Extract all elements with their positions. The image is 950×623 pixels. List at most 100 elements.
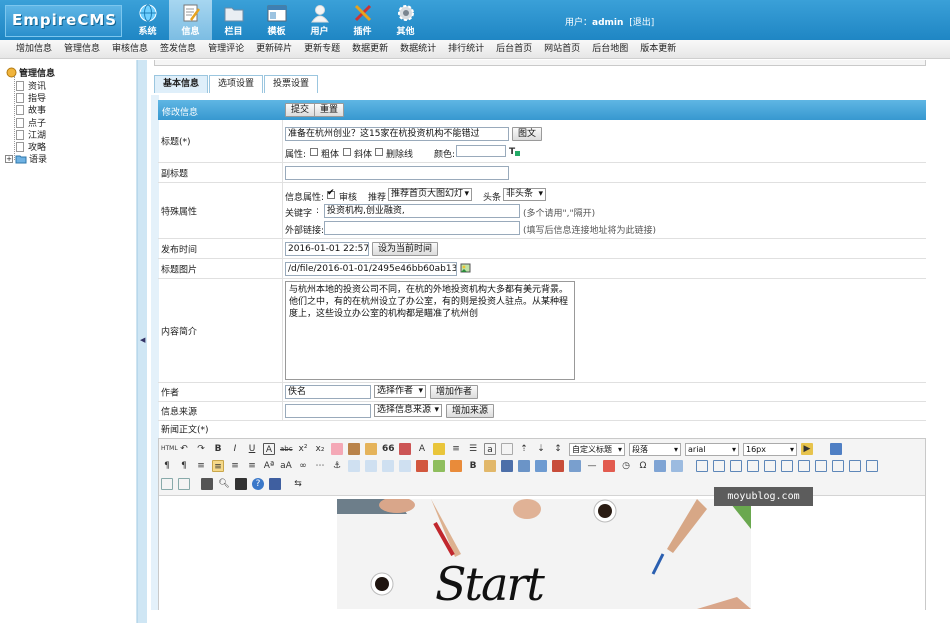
nav-plugin[interactable]: 插件 bbox=[341, 0, 384, 40]
color-picker-icon[interactable]: T bbox=[509, 145, 520, 156]
blockquote-icon[interactable]: 66 bbox=[382, 443, 395, 455]
anchor-icon[interactable]: ⚓ bbox=[331, 460, 343, 472]
submenu-item[interactable]: 版本更新 bbox=[634, 40, 682, 58]
keywords-input[interactable]: 投资机构,创业融资, bbox=[324, 204, 520, 218]
collapse-arrow-icon[interactable]: ◀ bbox=[140, 336, 145, 344]
content-image[interactable]: Start bbox=[337, 499, 751, 609]
submenu-item[interactable]: 管理评论 bbox=[202, 40, 250, 58]
insert-video-icon[interactable] bbox=[501, 460, 513, 472]
back-color-icon[interactable] bbox=[433, 443, 445, 455]
italic-icon[interactable]: I bbox=[229, 443, 241, 455]
search-replace-icon[interactable] bbox=[235, 478, 247, 490]
merge-down-icon[interactable] bbox=[849, 460, 861, 472]
merge-right-icon[interactable] bbox=[832, 460, 844, 472]
emotion-icon[interactable] bbox=[450, 460, 462, 472]
border-text-icon[interactable]: A bbox=[263, 443, 275, 455]
subtitle-input[interactable] bbox=[285, 166, 509, 180]
intro-textarea[interactable]: 与杭州本地的投资公司不同，在杭的外地投资机构大多都有美元背景。他们之中，有的在杭… bbox=[285, 281, 575, 380]
to-lower-icon[interactable]: aA bbox=[280, 460, 292, 472]
eraser-icon[interactable] bbox=[331, 443, 343, 455]
publish-time-input[interactable]: 2016-01-01 22:57:34 bbox=[285, 242, 369, 256]
submenu-item[interactable]: 后台首页 bbox=[490, 40, 538, 58]
snapscreen-icon[interactable] bbox=[654, 460, 666, 472]
wordimage-icon[interactable] bbox=[671, 460, 683, 472]
tree-folder[interactable]: + 语录 bbox=[5, 152, 47, 165]
delete-table-icon[interactable] bbox=[713, 460, 725, 472]
sidebar-splitter[interactable]: ◀ bbox=[137, 60, 147, 623]
submenu-item[interactable]: 网站首页 bbox=[538, 40, 586, 58]
image-none-icon[interactable] bbox=[365, 460, 377, 472]
strikethrough-icon[interactable]: abc bbox=[280, 443, 293, 455]
font-color-icon[interactable]: A bbox=[416, 443, 428, 455]
color-input[interactable] bbox=[456, 145, 506, 157]
ordered-list-icon[interactable]: ≡ bbox=[450, 443, 462, 455]
logo[interactable]: EmpireCMS bbox=[5, 5, 122, 37]
image-center-icon[interactable] bbox=[399, 460, 411, 472]
row-spacing-top-icon[interactable]: ⇡ bbox=[518, 443, 530, 455]
scrawl-icon[interactable] bbox=[484, 460, 496, 472]
auto-format-icon[interactable] bbox=[365, 443, 377, 455]
paste-text-icon[interactable] bbox=[399, 443, 411, 455]
submenu-item[interactable]: 审核信息 bbox=[106, 40, 154, 58]
fullscreen-icon[interactable] bbox=[830, 443, 842, 455]
bold-text-icon[interactable]: B bbox=[467, 460, 479, 472]
clear-doc-icon[interactable] bbox=[501, 443, 513, 455]
submenu-item[interactable]: 签发信息 bbox=[154, 40, 202, 58]
submit-button[interactable]: 提交 bbox=[285, 103, 316, 117]
submenu-item[interactable]: 数据更新 bbox=[346, 40, 394, 58]
split-cols-icon[interactable] bbox=[178, 478, 190, 490]
add-source-button[interactable]: 增加来源 bbox=[446, 404, 495, 418]
link-input[interactable] bbox=[324, 221, 520, 235]
paragraph-select[interactable]: 段落 bbox=[629, 442, 681, 456]
format-painter-icon[interactable] bbox=[348, 443, 360, 455]
align-left-icon[interactable]: ≡ bbox=[195, 460, 207, 472]
nav-column[interactable]: 栏目 bbox=[212, 0, 255, 40]
horizontal-rule-icon[interactable]: — bbox=[586, 460, 598, 472]
recommend-select[interactable]: 推荐首页大图幻灯 bbox=[388, 188, 472, 201]
delete-col-icon[interactable] bbox=[798, 460, 810, 472]
editor-content-area[interactable]: Start bbox=[159, 497, 925, 610]
nav-system[interactable]: 系统 bbox=[126, 0, 169, 40]
unlink-icon[interactable]: ⋯ bbox=[314, 460, 326, 472]
align-center-icon[interactable]: ≡ bbox=[212, 460, 224, 472]
font-family-select[interactable]: arial bbox=[685, 442, 739, 456]
image-picker-icon[interactable] bbox=[460, 262, 471, 273]
select-all-icon[interactable]: a bbox=[484, 443, 496, 455]
attachment-icon[interactable] bbox=[518, 460, 530, 472]
row-spacing-bottom-icon[interactable]: ⇣ bbox=[535, 443, 547, 455]
submenu-item[interactable]: 增加信息 bbox=[10, 40, 58, 58]
image-left-icon[interactable] bbox=[348, 460, 360, 472]
image-right-icon[interactable] bbox=[382, 460, 394, 472]
indent-icon[interactable]: ¶ bbox=[161, 460, 173, 472]
set-current-time-button[interactable]: 设为当前时间 bbox=[372, 242, 439, 256]
bold-icon[interactable]: B bbox=[212, 443, 224, 455]
print-icon[interactable] bbox=[201, 478, 213, 490]
author-select[interactable]: 选择作者 bbox=[374, 385, 426, 398]
submenu-item[interactable]: 更新碎片 bbox=[250, 40, 298, 58]
submenu-item[interactable]: 更新专题 bbox=[298, 40, 346, 58]
undo-icon[interactable]: ↶ bbox=[178, 443, 190, 455]
expand-plus-icon[interactable]: + bbox=[5, 154, 13, 163]
time-icon[interactable]: ◷ bbox=[620, 460, 632, 472]
submenu-item[interactable]: 管理信息 bbox=[58, 40, 106, 58]
date-icon[interactable] bbox=[603, 460, 615, 472]
submenu-item[interactable]: 后台地图 bbox=[586, 40, 634, 58]
html-source-icon[interactable]: HTML bbox=[161, 443, 178, 455]
superscript-icon[interactable]: x² bbox=[297, 443, 309, 455]
outdent-icon[interactable]: ¶ bbox=[178, 460, 190, 472]
tab-options[interactable]: 选项设置 bbox=[209, 75, 264, 93]
preview-icon[interactable]: 🔍︎ bbox=[218, 478, 230, 490]
title-pic-input[interactable]: /d/file/2016-01-01/2495e46bb60ab13f9e3fd bbox=[285, 262, 457, 276]
submenu-item[interactable]: 数据统计 bbox=[394, 40, 442, 58]
title-image-button[interactable]: 图文 bbox=[512, 127, 543, 141]
nav-other[interactable]: 其他 bbox=[384, 0, 427, 40]
line-height-icon[interactable]: ↕ bbox=[552, 443, 564, 455]
tab-basic-info[interactable]: 基本信息 bbox=[154, 75, 209, 93]
add-author-button[interactable]: 增加作者 bbox=[430, 385, 479, 399]
nav-user[interactable]: 用户 bbox=[298, 0, 341, 40]
insert-image-icon[interactable] bbox=[433, 460, 445, 472]
underline-icon[interactable]: U bbox=[246, 443, 258, 455]
subscript-icon[interactable]: x₂ bbox=[314, 443, 326, 455]
insert-frame-icon[interactable] bbox=[535, 460, 547, 472]
italic-checkbox[interactable] bbox=[343, 148, 351, 156]
